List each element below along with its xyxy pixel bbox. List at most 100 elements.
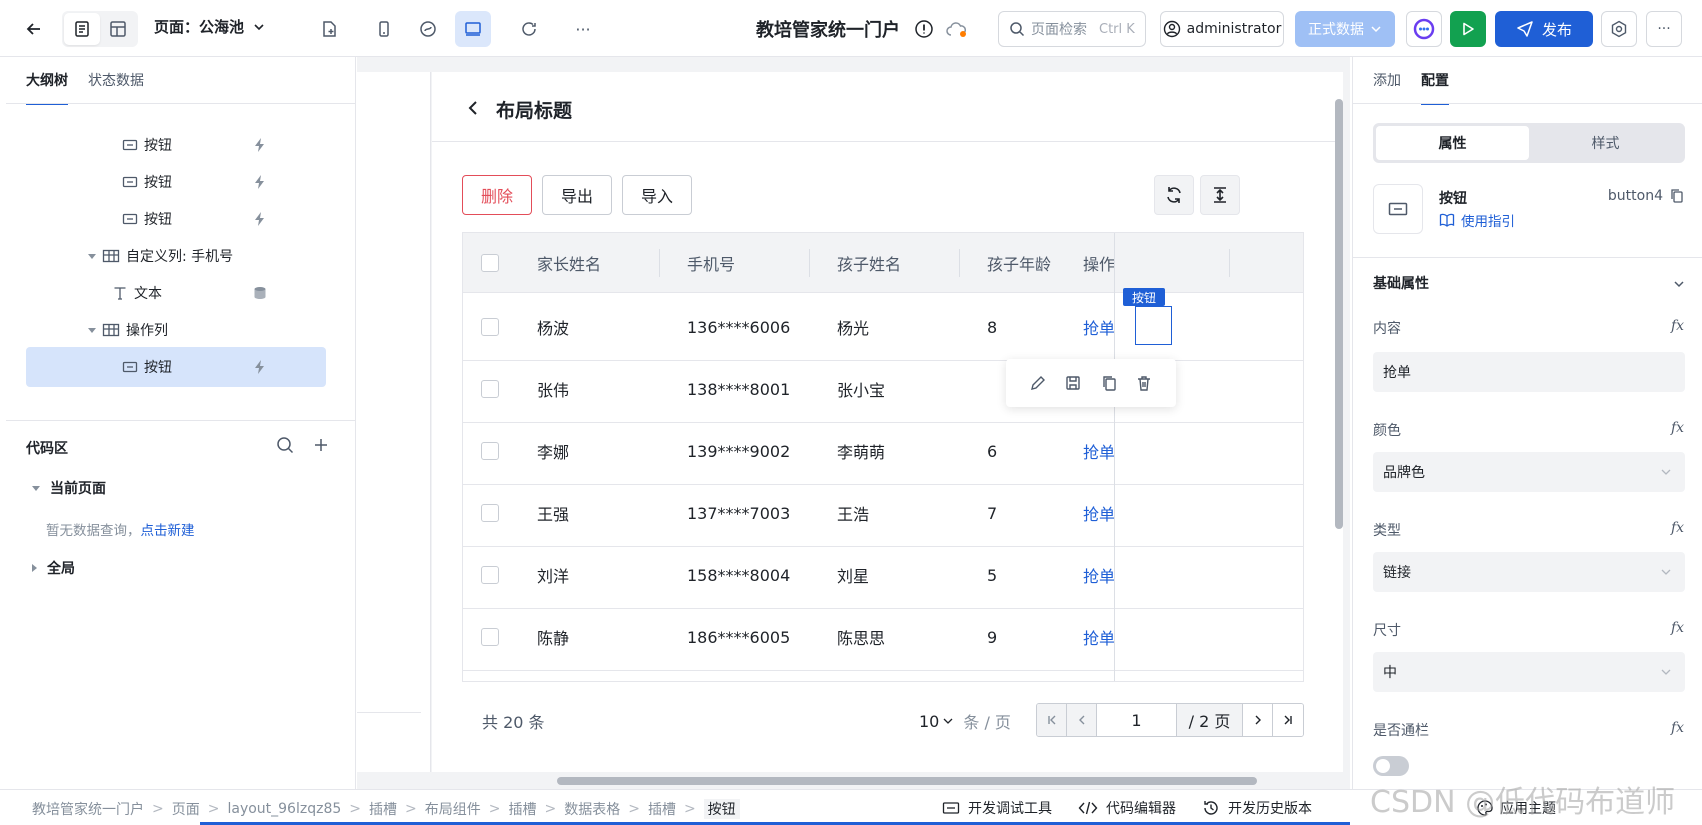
select-all-checkbox[interactable] — [481, 254, 499, 272]
table-refresh-icon[interactable] — [1154, 175, 1194, 215]
desktop-view-icon[interactable] — [455, 11, 491, 47]
edit-icon[interactable] — [1029, 374, 1047, 392]
row-checkbox[interactable] — [481, 566, 499, 584]
page-search-input[interactable]: 页面检索 Ctrl K — [998, 11, 1146, 47]
tree-item-custom-column[interactable]: 自定义列: 手机号 — [26, 236, 326, 276]
info-icon[interactable] — [914, 19, 934, 39]
debug-tools-button[interactable]: 开发调试工具 — [942, 798, 1052, 818]
current-page-group[interactable]: 当前页面 — [32, 478, 106, 498]
import-button[interactable]: 导入 — [622, 175, 693, 215]
column-header[interactable]: 家长姓名 — [537, 233, 601, 293]
settings-hex-icon[interactable] — [1601, 11, 1637, 47]
env-selector[interactable]: 正式数据 — [1295, 11, 1395, 47]
save-icon[interactable] — [1064, 374, 1082, 392]
selection-outline[interactable] — [1135, 306, 1172, 345]
tree-item-action-column[interactable]: 操作列 — [26, 310, 326, 350]
delete-icon[interactable] — [1135, 374, 1153, 392]
type-select[interactable]: 链接 — [1373, 552, 1685, 592]
tab-outline-tree[interactable]: 大纲树 — [26, 70, 68, 105]
grab-order-link[interactable]: 抢单 — [1083, 417, 1115, 485]
search-icon[interactable] — [276, 436, 294, 454]
page-number-input[interactable]: 1 — [1097, 704, 1177, 736]
code-editor-button[interactable]: 代码编辑器 — [1078, 798, 1176, 818]
copy-icon[interactable] — [1100, 374, 1118, 392]
tree-item-button[interactable]: 按钮 — [26, 125, 326, 165]
copy-icon[interactable] — [1669, 188, 1685, 204]
chevron-down-icon[interactable] — [1673, 278, 1685, 290]
delete-button[interactable]: 删除 — [462, 175, 533, 215]
breadcrumb-item[interactable]: 数据表格 — [564, 799, 620, 819]
row-checkbox[interactable] — [481, 380, 499, 398]
row-checkbox[interactable] — [481, 442, 499, 460]
last-page-icon[interactable] — [1273, 704, 1303, 736]
plus-icon[interactable] — [312, 436, 330, 454]
breadcrumb-item[interactable]: 插槽 — [508, 799, 536, 819]
history-button[interactable]: 开发历史版本 — [1202, 798, 1312, 818]
refresh-icon[interactable] — [511, 11, 547, 47]
full-width-toggle[interactable] — [1373, 756, 1409, 776]
tab-state-data[interactable]: 状态数据 — [88, 70, 144, 105]
layout-view-icon[interactable] — [100, 13, 136, 45]
tree-item-button-selected[interactable]: 按钮 — [26, 347, 326, 387]
column-header[interactable]: 操作 — [1083, 233, 1115, 293]
segment-properties[interactable]: 属性 — [1376, 126, 1529, 160]
ai-assistant-icon[interactable] — [1406, 11, 1442, 47]
more-menu-icon[interactable]: ··· — [1646, 11, 1682, 47]
breadcrumb-item[interactable]: layout_96lzqz85 — [227, 801, 341, 817]
color-select[interactable]: 品牌色 — [1373, 452, 1685, 492]
tab-add[interactable]: 添加 — [1373, 70, 1401, 105]
global-group[interactable]: 全局 — [32, 558, 75, 578]
vertical-scrollbar[interactable] — [1335, 79, 1343, 747]
page-selector[interactable]: 页面：公海池 — [154, 16, 266, 37]
breadcrumb-item[interactable]: 页面 — [172, 799, 200, 819]
row-checkbox[interactable] — [481, 318, 499, 336]
breadcrumb-current[interactable]: 按钮 — [703, 799, 740, 819]
column-header[interactable]: 孩子年龄 — [987, 233, 1051, 293]
database-icon[interactable] — [252, 285, 268, 301]
run-preview-button[interactable] — [1450, 11, 1486, 47]
horizontal-scrollbar[interactable] — [557, 777, 1257, 785]
cloud-sync-icon[interactable] — [946, 21, 968, 39]
fx-icon[interactable]: fx — [1671, 620, 1684, 636]
user-menu[interactable]: administrator — [1160, 11, 1284, 47]
new-page-icon[interactable] — [311, 11, 347, 47]
export-button[interactable]: 导出 — [542, 175, 613, 215]
publish-button[interactable]: 发布 — [1495, 11, 1593, 47]
row-checkbox[interactable] — [481, 504, 499, 522]
breadcrumb-item[interactable]: 教培管家统一门户 — [32, 799, 144, 819]
scrollbar-thumb[interactable] — [1335, 99, 1343, 529]
next-page-icon[interactable] — [1243, 704, 1273, 736]
create-query-link[interactable]: 点击新建 — [141, 523, 195, 539]
event-bolt-icon[interactable] — [252, 211, 268, 227]
chevron-left-icon[interactable] — [466, 100, 480, 116]
tree-item-button[interactable]: 按钮 — [26, 162, 326, 202]
prev-page-icon[interactable] — [1067, 704, 1097, 736]
breadcrumb-item[interactable]: 插槽 — [648, 799, 676, 819]
event-bolt-icon[interactable] — [252, 174, 268, 190]
fx-icon[interactable]: fx — [1671, 420, 1684, 436]
grab-order-link[interactable]: 抢单 — [1083, 479, 1115, 547]
grab-order-link[interactable]: 抢单 — [1083, 541, 1115, 609]
usage-guide-link[interactable]: 使用指引 — [1439, 210, 1515, 230]
caret-down-icon[interactable] — [88, 327, 96, 333]
fx-icon[interactable]: fx — [1671, 318, 1684, 334]
back-arrow-icon[interactable] — [16, 11, 52, 47]
mini-program-icon[interactable] — [410, 11, 446, 47]
page-size-selector[interactable]: 10 条 / 页 — [919, 709, 1011, 733]
page-view-icon[interactable] — [64, 13, 100, 45]
tab-config[interactable]: 配置 — [1421, 70, 1449, 105]
caret-down-icon[interactable] — [88, 253, 96, 259]
section-basic-props[interactable]: 基础属性 — [1373, 273, 1429, 293]
more-icon[interactable]: ··· — [565, 11, 601, 47]
grab-order-link[interactable]: 抢单 — [1083, 293, 1115, 361]
size-select[interactable]: 中 — [1373, 652, 1685, 692]
grab-order-link[interactable]: 抢单 — [1083, 603, 1115, 671]
tree-item-text[interactable]: 文本 — [26, 273, 326, 313]
tree-item-button[interactable]: 按钮 — [26, 199, 326, 239]
column-header[interactable]: 手机号 — [687, 233, 735, 293]
row-height-icon[interactable] — [1200, 175, 1240, 215]
first-page-icon[interactable] — [1037, 704, 1067, 736]
column-header[interactable]: 孩子姓名 — [837, 233, 901, 293]
event-bolt-icon[interactable] — [252, 359, 268, 375]
fx-icon[interactable]: fx — [1671, 520, 1684, 536]
